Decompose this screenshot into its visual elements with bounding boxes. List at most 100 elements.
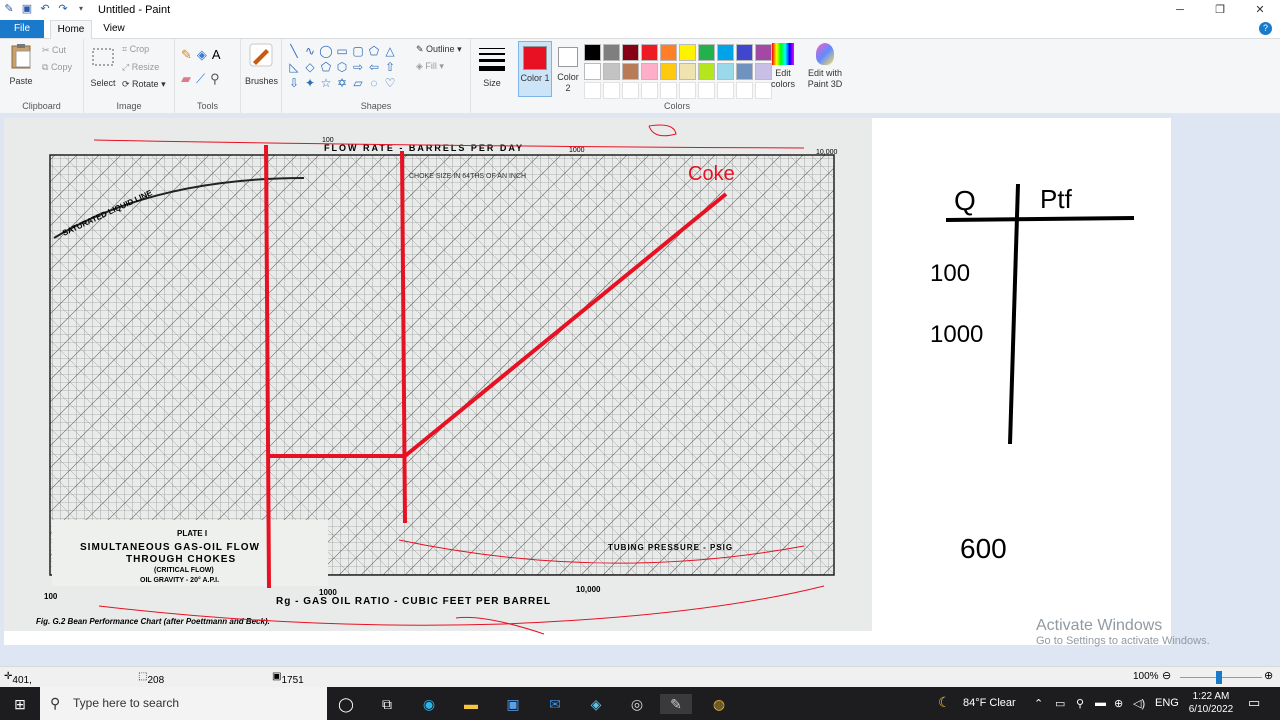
redo-icon[interactable]: ↷ bbox=[56, 2, 70, 16]
customize-qat-icon[interactable]: ▾ bbox=[74, 2, 88, 16]
palette-swatch[interactable] bbox=[660, 44, 677, 61]
rotate-button[interactable]: ⟳ Rotate ▾ bbox=[122, 79, 166, 90]
file-explorer-icon[interactable]: ▬ bbox=[460, 694, 482, 714]
weather-text[interactable]: 84°F Clear bbox=[963, 697, 1016, 709]
four-point-star-icon[interactable]: ✦ bbox=[302, 75, 318, 91]
cortana-icon[interactable]: ◯ bbox=[335, 694, 357, 714]
zoom-out-icon[interactable]: ⊖ bbox=[1162, 669, 1171, 682]
custom-color-slot[interactable] bbox=[622, 82, 639, 99]
line-shape-icon[interactable]: ╲ bbox=[286, 43, 302, 59]
oval-callout-icon[interactable]: ◌ bbox=[366, 75, 382, 91]
tab-file[interactable]: File bbox=[0, 20, 44, 38]
maximize-icon[interactable]: ❐ bbox=[1200, 0, 1240, 20]
zoom-slider-thumb[interactable] bbox=[1216, 671, 1222, 684]
tab-home[interactable]: Home bbox=[50, 20, 92, 39]
palette-swatch[interactable] bbox=[717, 63, 734, 80]
palette-swatch[interactable] bbox=[603, 63, 620, 80]
fill-bucket-icon[interactable]: ◈ bbox=[197, 47, 212, 62]
volume-icon[interactable]: ◁) bbox=[1133, 697, 1145, 710]
right-arrow-shape-icon[interactable]: ⇨ bbox=[350, 59, 366, 75]
palette-swatch[interactable] bbox=[736, 63, 753, 80]
obs-icon[interactable]: ◎ bbox=[626, 694, 648, 714]
task-view-icon[interactable]: ⧉ bbox=[376, 694, 398, 714]
copy-button[interactable]: ⧉ Copy bbox=[42, 62, 72, 73]
triangle-shape-icon[interactable]: △ bbox=[382, 43, 398, 59]
custom-color-slot[interactable] bbox=[584, 82, 601, 99]
crop-button[interactable]: ⌗ Crop bbox=[122, 44, 149, 55]
language-indicator[interactable]: ENG bbox=[1155, 697, 1179, 709]
palette-swatch[interactable] bbox=[584, 63, 601, 80]
help-icon[interactable]: ? bbox=[1259, 22, 1272, 35]
color1-button[interactable]: Color 1 bbox=[518, 41, 552, 97]
eraser-icon[interactable]: ▰ bbox=[181, 71, 196, 86]
fill-button[interactable]: ◈ Fill ▾ bbox=[416, 61, 444, 72]
palette-swatch[interactable] bbox=[679, 44, 696, 61]
brushes-button[interactable]: Brushes bbox=[245, 43, 278, 86]
right-triangle-shape-icon[interactable]: ◺ bbox=[286, 59, 302, 75]
chrome-icon[interactable]: ◍ bbox=[708, 694, 730, 714]
tray-chevron-icon[interactable]: ⌃ bbox=[1034, 697, 1043, 710]
network-icon[interactable]: ⊕ bbox=[1114, 697, 1123, 710]
windows-start-icon[interactable]: ⊞ bbox=[9, 694, 31, 714]
pentagon-shape-icon[interactable]: ⬠ bbox=[318, 59, 334, 75]
custom-color-slot[interactable] bbox=[717, 82, 734, 99]
close-icon[interactable]: ✕ bbox=[1240, 0, 1280, 20]
magnifier-icon[interactable]: ⚲ bbox=[210, 71, 225, 86]
palette-swatch[interactable] bbox=[736, 44, 753, 61]
edge-icon[interactable]: ◉ bbox=[418, 694, 440, 714]
palette-swatch[interactable] bbox=[679, 63, 696, 80]
palette-swatch[interactable] bbox=[698, 63, 715, 80]
size-button[interactable]: Size bbox=[474, 45, 510, 88]
down-arrow-shape-icon[interactable]: ⇩ bbox=[286, 75, 302, 91]
meet-now-icon[interactable]: ▭ bbox=[1055, 697, 1065, 710]
five-point-star-icon[interactable]: ☆ bbox=[318, 75, 334, 91]
custom-color-slot[interactable] bbox=[603, 82, 620, 99]
notifications-icon[interactable]: ▭ bbox=[1248, 695, 1260, 711]
paste-button[interactable]: Paste bbox=[6, 43, 36, 86]
rectangle-shape-icon[interactable]: ▭ bbox=[334, 43, 350, 59]
save-icon[interactable]: ▣ bbox=[20, 2, 34, 16]
palette-swatch[interactable] bbox=[622, 63, 639, 80]
mail-icon[interactable]: ✉ bbox=[544, 694, 566, 714]
hexagon-shape-icon[interactable]: ⬡ bbox=[334, 59, 350, 75]
palette-swatch[interactable] bbox=[641, 44, 658, 61]
store-icon[interactable]: ▣ bbox=[502, 694, 524, 714]
undo-icon[interactable]: ↶ bbox=[38, 2, 52, 16]
custom-color-slot[interactable] bbox=[641, 82, 658, 99]
drawing-canvas[interactable]: FLOW RATE - BARRELS PER DAY 100 1000 10,… bbox=[4, 118, 1171, 645]
zoom-in-icon[interactable]: ⊕ bbox=[1264, 669, 1273, 682]
color-picker-icon[interactable]: ⟋ bbox=[196, 71, 210, 86]
palette-swatch[interactable] bbox=[660, 63, 677, 80]
palette-swatch[interactable] bbox=[717, 44, 734, 61]
clock[interactable]: 1:22 AM 6/10/2022 bbox=[1186, 690, 1236, 716]
pencil-icon[interactable]: ✎ bbox=[181, 47, 197, 62]
palette-swatch[interactable] bbox=[622, 44, 639, 61]
shapes-gallery[interactable]: ╲ ∿ ◯ ▭ ▢ ⬠ △ ◺ ◇ ⬠ ⬡ ⇨ ⇦ ⇧ ⇩ ✦ ☆ ✡ ▱ ◌ ♡ bbox=[286, 43, 398, 91]
edit-paint3d-button[interactable]: Edit with Paint 3D bbox=[804, 43, 846, 90]
resize-button[interactable]: ⤢ Resize bbox=[122, 62, 159, 73]
custom-color-slot[interactable] bbox=[698, 82, 715, 99]
heart-shape-icon[interactable]: ♡ bbox=[382, 75, 398, 91]
battery-icon[interactable]: ▬ bbox=[1095, 697, 1106, 709]
select-button[interactable]: Select bbox=[88, 45, 118, 88]
tab-view[interactable]: View bbox=[96, 20, 132, 38]
callout-shape-icon[interactable]: ▱ bbox=[350, 75, 366, 91]
outline-button[interactable]: ✎ Outline ▾ bbox=[416, 44, 462, 55]
custom-color-slot[interactable] bbox=[660, 82, 677, 99]
palette-swatch[interactable] bbox=[584, 44, 601, 61]
rounded-rect-shape-icon[interactable]: ▢ bbox=[350, 43, 366, 59]
polygon-shape-icon[interactable]: ⬠ bbox=[366, 43, 382, 59]
mic-icon[interactable]: ⚲ bbox=[1076, 697, 1084, 710]
paint-taskbar-icon[interactable]: ✎ bbox=[660, 694, 692, 714]
curve-shape-icon[interactable]: ∿ bbox=[302, 43, 318, 59]
palette-swatch[interactable] bbox=[641, 63, 658, 80]
custom-color-slot[interactable] bbox=[679, 82, 696, 99]
edit-colors-button[interactable]: Edit colors bbox=[766, 43, 800, 90]
left-arrow-shape-icon[interactable]: ⇦ bbox=[366, 59, 382, 75]
oval-shape-icon[interactable]: ◯ bbox=[318, 43, 334, 59]
up-arrow-shape-icon[interactable]: ⇧ bbox=[382, 59, 398, 75]
minimize-icon[interactable]: ─ bbox=[1160, 0, 1200, 20]
cut-button[interactable]: ✂ Cut bbox=[42, 45, 66, 56]
telegram-icon[interactable]: ◈ bbox=[585, 694, 607, 714]
color2-button[interactable]: Color 2 bbox=[554, 41, 582, 95]
